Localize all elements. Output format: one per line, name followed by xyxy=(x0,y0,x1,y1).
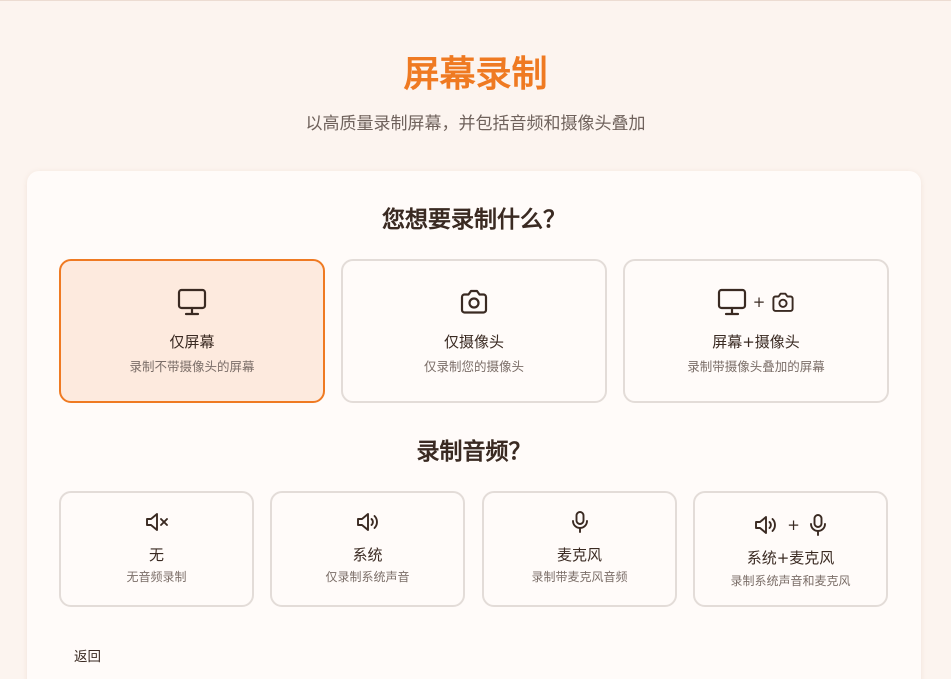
audio-option-system[interactable]: 系统 仅录制系统声音 xyxy=(270,491,465,607)
speaker-icon xyxy=(355,511,381,533)
video-section-title: 您想要录制什么？ xyxy=(382,207,566,233)
screen-recorder-page: 屏幕录制 以高质量录制屏幕，并包括音频和摄像头叠加 您想要录制什么？ 仅屏幕 录… xyxy=(0,0,951,679)
video-option-label: 仅摄像头 xyxy=(443,333,504,351)
audio-option-description: 无音频录制 xyxy=(126,570,187,584)
speaker-icon xyxy=(753,514,779,536)
camera-icon xyxy=(771,292,795,313)
video-option-label: 屏幕+摄像头 xyxy=(712,333,800,351)
audio-option-description: 仅录制系统声音 xyxy=(325,570,410,584)
audio-option-description: 录制系统声音和麦克风 xyxy=(730,574,851,588)
speaker-muted-icon xyxy=(144,511,170,533)
camera-icon xyxy=(459,289,489,315)
audio-option-label: 系统+麦克风 xyxy=(746,549,835,567)
microphone-icon xyxy=(570,510,590,534)
video-option-description: 录制带摄像头叠加的屏幕 xyxy=(687,359,825,374)
page-title: 屏幕录制 xyxy=(403,54,548,95)
microphone-icon xyxy=(808,513,828,537)
audio-option-label: 麦克风 xyxy=(556,546,602,564)
audio-option-label: 系统 xyxy=(352,546,383,564)
audio-section-title: 录制音频？ xyxy=(416,439,532,465)
audio-option-description: 录制带麦克风音频 xyxy=(531,570,628,584)
plus-sign: + xyxy=(787,516,800,534)
audio-option-microphone[interactable]: 麦克风 录制带麦克风音频 xyxy=(482,491,677,607)
video-option-label: 仅屏幕 xyxy=(169,333,215,351)
monitor-icon xyxy=(717,288,747,316)
video-option-description: 仅录制您的摄像头 xyxy=(423,359,524,374)
video-option-screen-and-camera[interactable]: + 屏幕+摄像头 录制带摄像头叠加的屏幕 xyxy=(623,259,889,403)
audio-option-none[interactable]: 无 无音频录制 xyxy=(59,491,254,607)
monitor-icon xyxy=(177,288,207,316)
plus-sign: + xyxy=(752,293,766,311)
page-subtitle: 以高质量录制屏幕，并包括音频和摄像头叠加 xyxy=(305,114,646,134)
video-option-camera-only[interactable]: 仅摄像头 仅录制您的摄像头 xyxy=(341,259,607,403)
audio-option-system-and-microphone[interactable]: + 系统+麦克风 录制系统声音和麦克风 xyxy=(693,491,888,607)
video-option-description: 录制不带摄像头的屏幕 xyxy=(129,359,255,374)
audio-option-label: 无 xyxy=(148,546,164,564)
video-option-screen-only[interactable]: 仅屏幕 录制不带摄像头的屏幕 xyxy=(59,259,325,403)
back-button[interactable]: 返回 xyxy=(74,647,101,667)
options-panel: 您想要录制什么？ 仅屏幕 录制不带摄像头的屏幕 仅摄像头 仅录制您的摄像头 + … xyxy=(27,171,921,679)
